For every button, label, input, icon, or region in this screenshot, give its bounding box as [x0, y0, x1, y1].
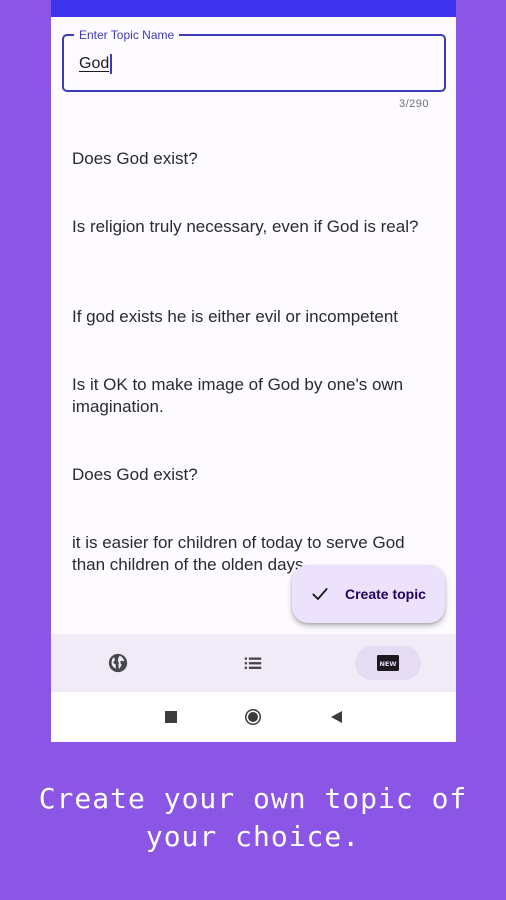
create-topic-button[interactable]: Create topic [292, 565, 445, 623]
nav-item-new[interactable]: NEW [355, 646, 421, 680]
globe-icon [108, 653, 128, 673]
status-bar [51, 0, 456, 17]
new-icon-text: NEW [379, 660, 396, 668]
check-icon [312, 588, 328, 600]
topic-item[interactable]: Does God exist? [72, 148, 442, 170]
topic-name-label: Enter Topic Name [74, 28, 180, 42]
topic-item[interactable]: Is religion truly necessary, even if God… [72, 216, 442, 238]
create-topic-label: Create topic [345, 586, 426, 602]
bottom-navigation: NEW [51, 634, 456, 692]
character-counter: 3/290 [398, 98, 429, 110]
topic-item[interactable]: Does God exist? [72, 464, 442, 486]
system-navigation-bar [51, 692, 456, 742]
back-button[interactable] [328, 708, 346, 726]
promo-caption: Create your own topic of your choice. [38, 782, 468, 853]
home-button[interactable] [244, 708, 262, 726]
topic-item[interactable]: If god exists he is either evil or incom… [72, 306, 442, 328]
nav-item-list[interactable] [220, 646, 286, 680]
topic-item[interactable]: Is it OK to make image of God by one's o… [72, 374, 442, 418]
nav-item-globe[interactable] [85, 646, 151, 680]
phone-screen: Enter Topic Name God 3/290 Does God exis… [51, 0, 456, 742]
list-icon [244, 657, 262, 669]
topic-name-field[interactable]: Enter Topic Name God [62, 28, 446, 92]
new-icon: NEW [377, 655, 399, 671]
recents-button[interactable] [162, 708, 180, 726]
topic-name-input[interactable]: God [79, 54, 113, 74]
